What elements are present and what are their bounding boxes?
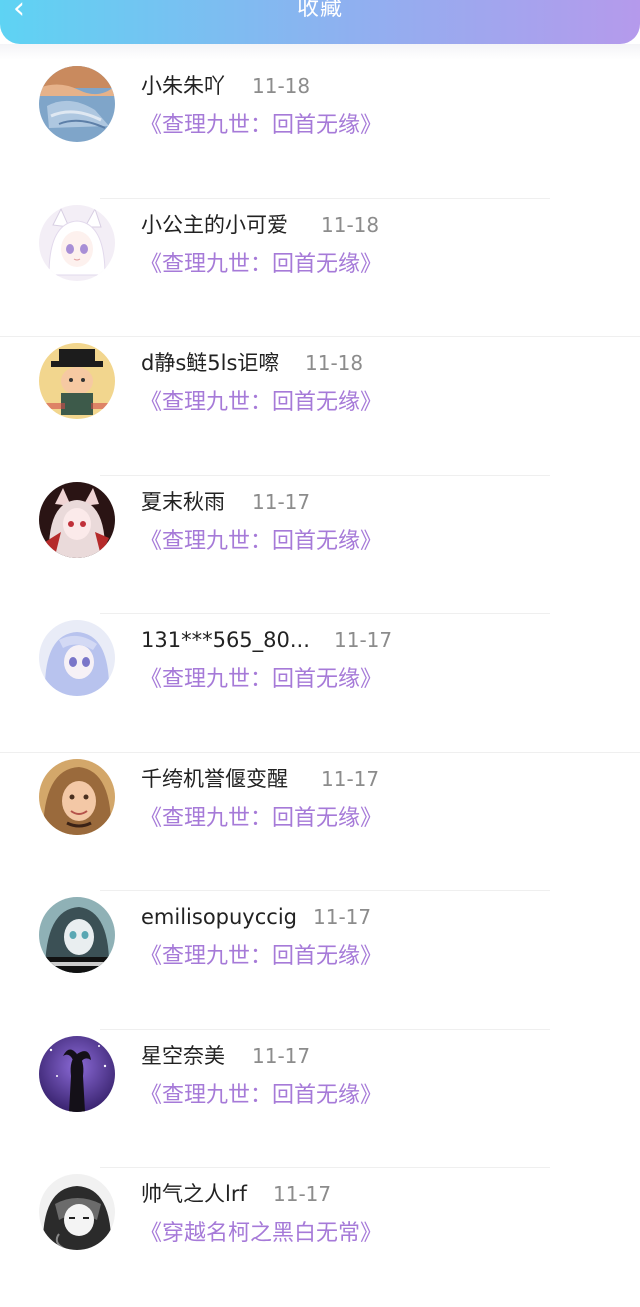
user-name: 帅气之人lrf [141, 1182, 247, 1206]
list-item[interactable]: d静s鲢5ls讵嚓 11-18 《查理九世：回首无缘》 [0, 337, 640, 476]
date-label: 11-17 [313, 905, 372, 929]
date-label: 11-18 [305, 351, 364, 375]
work-title-link[interactable]: 《查理九世：回首无缘》 [140, 941, 382, 973]
user-name: 星空奈美 [141, 1043, 225, 1068]
user-name: 131***565_80... [141, 628, 310, 652]
work-title-link[interactable]: 《查理九世：回首无缘》 [140, 387, 382, 419]
header-bar: ‹ 收藏 [0, 0, 640, 44]
list-item[interactable]: 帅气之人lrf 11-17 《穿越名柯之黑白无常》 [0, 1168, 640, 1307]
date-label: 11-17 [252, 489, 311, 514]
work-title-link[interactable]: 《查理九世：回首无缘》 [140, 803, 382, 835]
favorites-list: 小朱朱吖 11-18 《查理九世：回首无缘》 小公主的小可爱 11-18 《查理… [0, 60, 640, 1307]
list-item[interactable]: 千绔机誉偃变醒 11-17 《查理九世：回首无缘》 [0, 753, 640, 891]
avatar[interactable] [39, 481, 115, 558]
date-label: 11-17 [252, 1043, 311, 1068]
work-title-link[interactable]: 《查理九世：回首无缘》 [140, 664, 382, 696]
user-name: 千绔机誉偃变醒 [141, 766, 288, 791]
list-item[interactable]: 小公主的小可爱 11-18 《查理九世：回首无缘》 [0, 199, 640, 337]
header-shadow [0, 44, 640, 60]
list-item[interactable]: 夏末秋雨 11-17 《查理九世：回首无缘》 [0, 476, 640, 614]
user-name: d静s鲢5ls讵嚓 [141, 351, 280, 375]
avatar[interactable] [39, 897, 115, 973]
avatar[interactable] [39, 343, 115, 419]
avatar[interactable] [39, 1035, 115, 1112]
avatar[interactable] [39, 66, 115, 142]
page-title: 收藏 [296, 0, 343, 21]
date-label: 11-17 [321, 766, 380, 791]
avatar[interactable] [39, 1174, 115, 1250]
list-item[interactable]: 131***565_80... 11-17 《查理九世：回首无缘》 [0, 614, 640, 753]
user-name: emilisopuyccig [141, 905, 297, 929]
date-label: 11-18 [321, 212, 380, 237]
avatar[interactable] [39, 204, 115, 281]
work-title-link[interactable]: 《查理九世：回首无缘》 [140, 526, 382, 558]
list-item[interactable]: emilisopuyccig 11-17 《查理九世：回首无缘》 [0, 891, 640, 1030]
date-label: 11-18 [252, 74, 311, 98]
date-label: 11-17 [273, 1182, 332, 1206]
work-title-link[interactable]: 《查理九世：回首无缘》 [140, 249, 382, 281]
work-title-link[interactable]: 《查理九世：回首无缘》 [140, 110, 382, 142]
user-name: 小公主的小可爱 [141, 212, 288, 237]
list-item[interactable]: 星空奈美 11-17 《查理九世：回首无缘》 [0, 1030, 640, 1168]
date-label: 11-17 [334, 628, 393, 652]
user-name: 小朱朱吖 [141, 74, 225, 98]
user-name: 夏末秋雨 [141, 489, 225, 514]
avatar[interactable] [39, 620, 115, 696]
work-title-link[interactable]: 《穿越名柯之黑白无常》 [140, 1218, 382, 1250]
avatar[interactable] [39, 758, 115, 835]
list-item[interactable]: 小朱朱吖 11-18 《查理九世：回首无缘》 [0, 60, 640, 199]
work-title-link[interactable]: 《查理九世：回首无缘》 [140, 1080, 382, 1112]
